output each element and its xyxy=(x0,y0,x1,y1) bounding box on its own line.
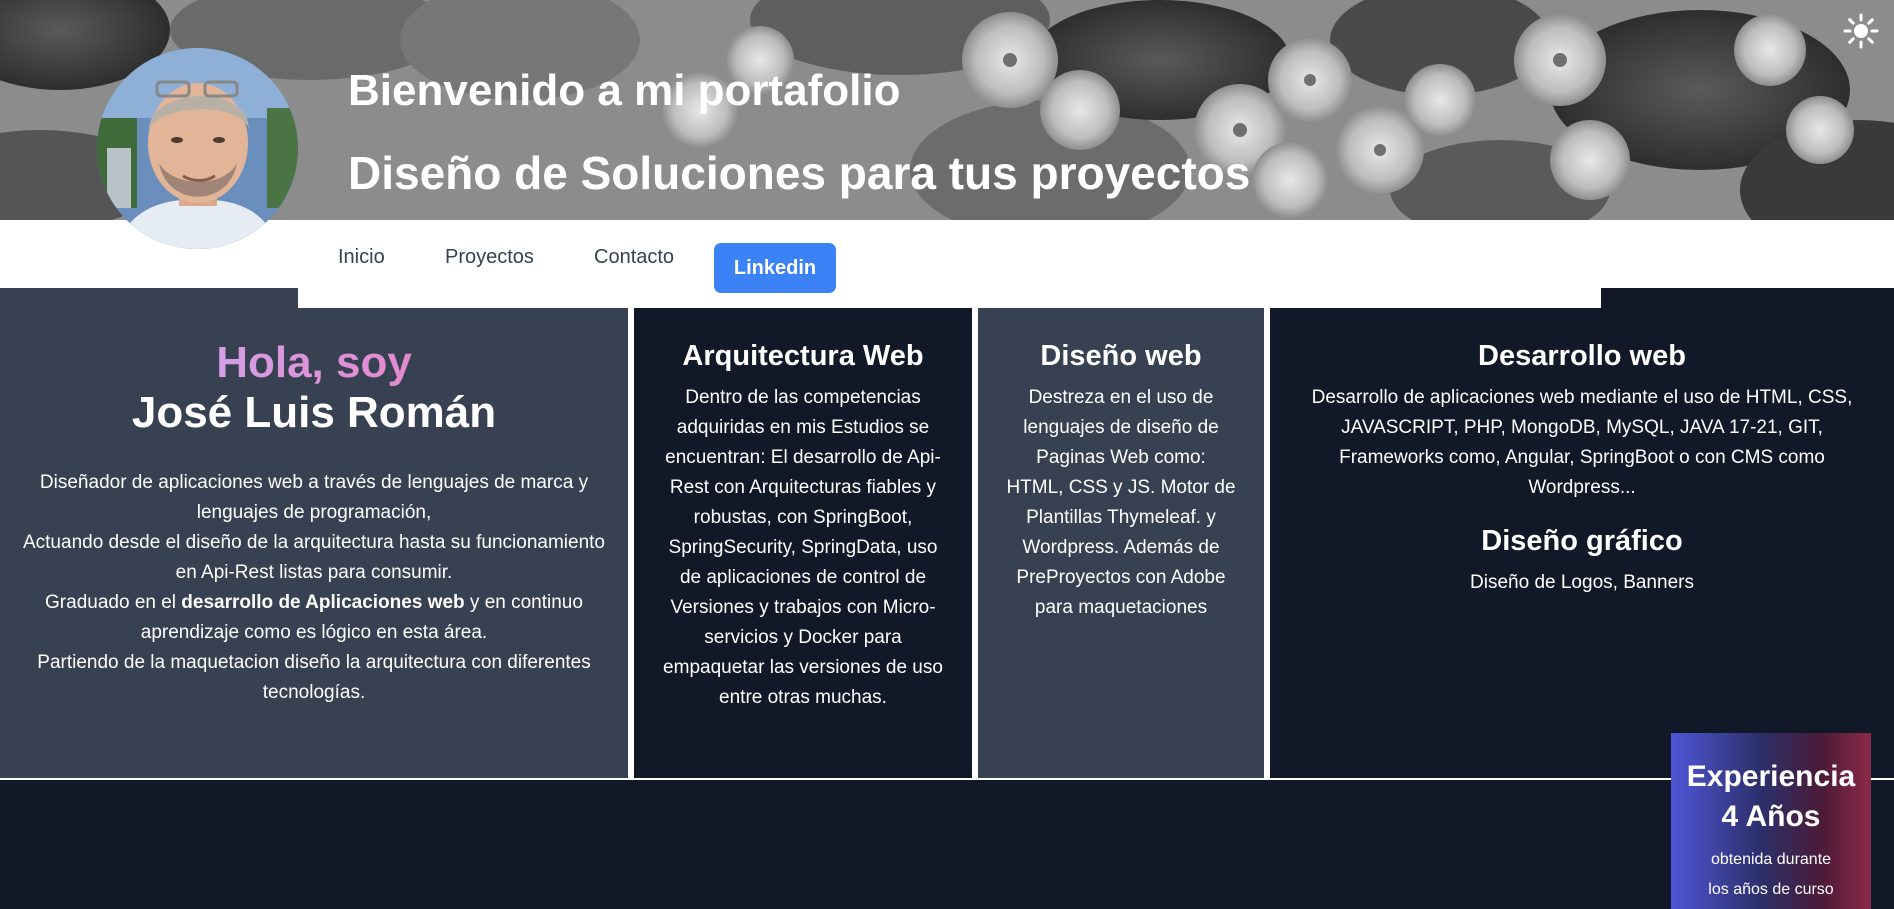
experience-years: 4 Años xyxy=(1721,800,1821,833)
nav-box-extension xyxy=(298,288,1601,308)
page-title: Bienvenido a mi portafolio xyxy=(348,66,901,115)
sun-icon xyxy=(1843,13,1879,49)
card-text: Dentro de las competencias adquiridas en… xyxy=(663,387,943,708)
intro-paragraph: Diseñador de aplicaciones web a través d… xyxy=(39,472,589,523)
experience-badge: Experiencia 4 Años obtenida durante los … xyxy=(1671,733,1871,909)
card-text: Diseño de Logos, Banners xyxy=(1470,572,1694,593)
arquitectura-web-card: Arquitectura Web Dentro de las competenc… xyxy=(634,308,972,778)
nav-right-spacer xyxy=(1601,288,1894,308)
intro-paragraph: Actuando desde el diseño de la arquitect… xyxy=(22,532,605,583)
intro-highlight: desarrollo de Aplicaciones web xyxy=(181,592,465,613)
nav-link-proyectos[interactable]: Proyectos xyxy=(445,246,534,269)
lower-section xyxy=(0,784,1894,909)
linkedin-button[interactable]: Linkedin xyxy=(714,243,836,293)
nav-left-spacer xyxy=(0,288,298,308)
intro-greeting: Hola, soy xyxy=(0,338,628,388)
card-title: Desarrollo web xyxy=(1478,340,1686,372)
diseno-web-card: Diseño web Destreza en el uso de lenguaj… xyxy=(978,308,1264,778)
intro-paragraph: Graduado en el desarrollo de Aplicacione… xyxy=(20,588,608,648)
card-text: Destreza en el uso de lenguajes de diseñ… xyxy=(1006,387,1236,618)
page-subtitle: Diseño de Soluciones para tus proyectos xyxy=(348,147,1251,199)
intro-text-fragment: Graduado en el xyxy=(45,592,182,613)
experience-caption: obtenida durante xyxy=(1710,851,1832,868)
intro-card: Hola, soy José Luis Román Diseñador de a… xyxy=(0,308,628,778)
experience-caption: los años de curso xyxy=(1708,881,1834,898)
experience-title: Experiencia xyxy=(1686,760,1856,793)
profile-photo xyxy=(97,48,298,249)
nav-link-contacto[interactable]: Contacto xyxy=(594,246,674,269)
intro-paragraph: Partiendo de la maquetacion diseño la ar… xyxy=(37,652,591,703)
nav-link-inicio[interactable]: Inicio xyxy=(338,246,385,269)
card-title: Diseño web xyxy=(1040,340,1202,372)
card-title: Arquitectura Web xyxy=(682,340,924,372)
card-text: Desarrollo de aplicaciones web mediante … xyxy=(1311,387,1853,498)
desarrollo-web-card: Desarrollo web Desarrollo de aplicacione… xyxy=(1270,308,1894,778)
skills-section: Hola, soy José Luis Román Diseñador de a… xyxy=(0,308,1894,780)
navbar xyxy=(0,220,1894,288)
card-title: Diseño gráfico xyxy=(1481,525,1683,557)
intro-name: José Luis Román xyxy=(131,388,497,437)
intro-description: Diseñador de aplicaciones web a través d… xyxy=(20,468,608,708)
theme-toggle-button[interactable] xyxy=(1842,12,1880,50)
profile-avatar xyxy=(97,48,298,249)
